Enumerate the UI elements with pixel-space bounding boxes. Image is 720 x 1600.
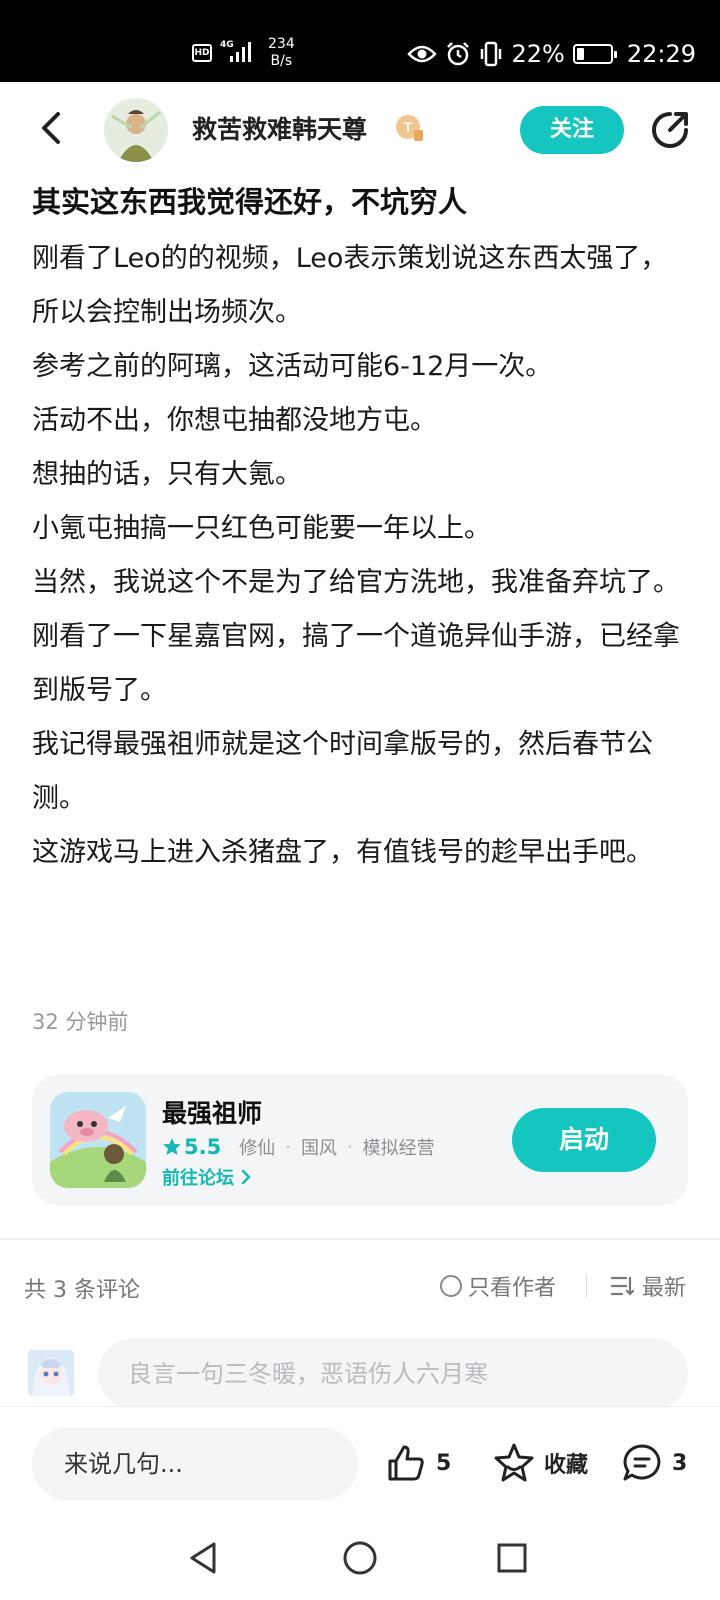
comment-count: 共 3 条评论	[24, 1278, 140, 1303]
nav-home-icon[interactable]	[342, 1540, 378, 1576]
hd-indicator: HD	[192, 44, 212, 62]
vibrate-icon	[481, 41, 502, 67]
status-right: 22% 22:29	[407, 38, 696, 70]
author-name[interactable]: 救苦救难韩天尊	[192, 110, 367, 146]
like-button[interactable]: 5	[384, 1441, 451, 1485]
post-paragraph: 我记得最强祖师就是这个时间拿版号的，然后春节公测。	[32, 729, 653, 814]
svg-text:T: T	[404, 119, 413, 135]
post-paragraph: 当然，我说这个不是为了给官方洗地，我准备弃坑了。	[32, 567, 680, 598]
author-avatar[interactable]	[104, 98, 168, 162]
comment-button[interactable]: 3	[620, 1441, 687, 1485]
post-paragraph: 小氪屯抽搞一只红色可能要一年以上。	[32, 513, 491, 544]
separator-dot: ·	[346, 1136, 353, 1158]
forum-link[interactable]: 前往论坛	[162, 1164, 252, 1190]
star-icon[interactable]	[492, 1441, 536, 1485]
user-avatar	[28, 1350, 74, 1396]
game-rating: 5.5	[162, 1135, 221, 1159]
separator-dot: ·	[285, 1136, 291, 1158]
status-bar: HD 4G 234 B/s 22% 22:29	[0, 0, 720, 82]
battery-icon	[572, 44, 617, 64]
launch-button[interactable]: 启动	[512, 1108, 656, 1172]
favorite-button[interactable]: 收藏	[492, 1441, 588, 1485]
comment-icon[interactable]	[620, 1441, 664, 1485]
game-name[interactable]: 最强祖师	[162, 1094, 262, 1130]
network-speed: 234 B/s	[268, 36, 295, 69]
nav-recents-icon[interactable]	[496, 1542, 528, 1574]
signal-icon	[230, 42, 251, 62]
sort-toggle[interactable]: 最新	[610, 1270, 686, 1302]
post-paragraph: 刚看了一下星嘉官网，搞了一个道诡异仙手游，已经拿到版号了。	[32, 621, 680, 706]
game-tag: 国风	[300, 1138, 337, 1159]
game-meta: 5.5 修仙 · 国风 · 模拟经营	[162, 1134, 435, 1160]
post-paragraph: 活动不出，你想屯抽都没地方屯。	[32, 405, 437, 436]
action-bar: 来说几句... 5 收藏 3	[0, 1406, 720, 1520]
post-timestamp: 32 分钟前	[32, 1010, 129, 1034]
post-header: 救苦救难韩天尊 T 关注	[0, 82, 720, 174]
system-nav-bar	[0, 1520, 720, 1600]
eye-icon	[407, 45, 438, 63]
post-paragraph: 刚看了Leo的的视频，Leo表示策划说这东西太强了，所以会控制出场频次。	[32, 243, 668, 328]
post-paragraph: 这游戏马上进入杀猪盘了，有值钱号的趁早出手吧。	[32, 837, 653, 868]
alarm-icon	[447, 42, 470, 66]
clock: 22:29	[626, 40, 696, 68]
author-only-toggle[interactable]: 只看作者	[440, 1270, 556, 1302]
back-icon[interactable]	[28, 104, 76, 152]
reply-input[interactable]: 来说几句...	[32, 1427, 358, 1501]
post-paragraph: 想抽的话，只有大氪。	[32, 459, 302, 490]
radio-icon[interactable]	[440, 1275, 462, 1297]
section-divider	[0, 1238, 720, 1240]
battery-percent: 22%	[511, 40, 565, 68]
post-paragraph: 参考之前的阿璃，这活动可能6-12月一次。	[32, 351, 553, 382]
game-tag: 模拟经营	[362, 1138, 435, 1159]
comment-count-badge: 3	[672, 1450, 688, 1476]
post-title: 其实这东西我觉得还好，不坑穷人	[32, 185, 468, 219]
game-icon[interactable]	[50, 1092, 146, 1188]
level-badge-icon: T	[396, 115, 423, 141]
like-count: 5	[436, 1450, 452, 1476]
game-tag: 修仙	[239, 1138, 276, 1159]
chevron-right-icon	[241, 1169, 251, 1185]
share-icon[interactable]	[646, 106, 694, 154]
comment-input[interactable]: 良言一句三冬暖，恶语伤人六月寒	[98, 1338, 688, 1410]
sort-icon	[610, 1276, 634, 1296]
thumbs-up-icon[interactable]	[384, 1441, 428, 1485]
follow-button[interactable]: 关注	[520, 106, 624, 154]
nav-back-icon[interactable]	[186, 1540, 222, 1576]
game-card[interactable]: 最强祖师 5.5 修仙 · 国风 · 模拟经营 前往论坛 启动	[32, 1074, 688, 1206]
post-body: 刚看了Leo的的视频，Leo表示策划说这东西太强了，所以会控制出场频次。 参考之…	[32, 232, 682, 880]
favorite-label: 收藏	[544, 1453, 589, 1478]
star-icon	[163, 1138, 181, 1155]
separator	[586, 1274, 587, 1298]
